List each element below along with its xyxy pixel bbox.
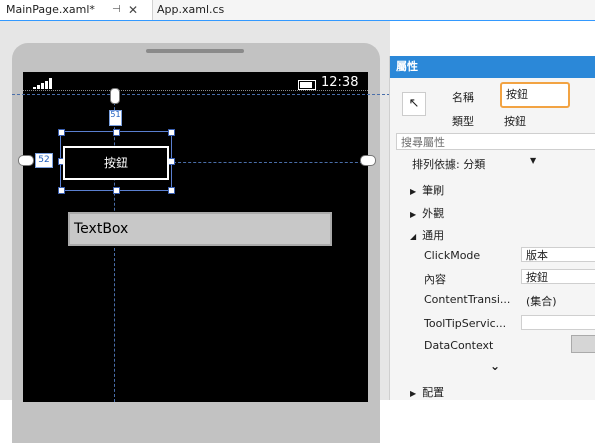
- category-layout[interactable]: ▶ 配置: [410, 384, 444, 400]
- expand-icon: ▶: [410, 210, 417, 219]
- link-right-icon[interactable]: [360, 155, 376, 166]
- resize-handle-r[interactable]: [168, 158, 175, 165]
- resize-handle-tl[interactable]: [58, 129, 65, 136]
- category-common[interactable]: ◢ 通用: [410, 227, 444, 243]
- prop-contenttransitions-value[interactable]: (集合): [526, 293, 557, 309]
- designer-button[interactable]: 按鈕: [63, 146, 169, 180]
- tab-mainpage-xaml[interactable]: MainPage.xaml* ⊣ ✕: [0, 0, 153, 20]
- pin-icon[interactable]: ⊣: [112, 0, 121, 20]
- resize-handle-tr[interactable]: [168, 129, 175, 136]
- link-top-icon[interactable]: [110, 88, 120, 104]
- category-label: 通用: [422, 229, 445, 242]
- prop-tooltip-input[interactable]: [521, 315, 595, 330]
- prop-datacontext-label: DataContext: [424, 339, 494, 352]
- type-value: 按鈕: [504, 115, 526, 128]
- status-bar-line: [23, 90, 368, 91]
- prop-tooltip-label: ToolTipServic...: [424, 317, 507, 330]
- tab-label: MainPage.xaml*: [6, 3, 95, 16]
- type-label: 類型: [452, 115, 474, 128]
- arrange-by-dropdown[interactable]: 排列依據: 分類: [412, 156, 485, 172]
- properties-panel: 屬性 ↖ 名稱 按鈕 類型 按鈕 搜尋屬性 排列依據: 分類 ▼ ▶ 筆刷 ▶ 外觀…: [389, 56, 595, 400]
- resize-handle-t[interactable]: [113, 129, 120, 136]
- battery-icon: [298, 80, 316, 90]
- expand-icon: ▶: [410, 187, 417, 196]
- horizontal-guide: [173, 162, 368, 163]
- margin-edge-line: [12, 94, 390, 95]
- designer-textbox[interactable]: TextBox: [68, 212, 332, 246]
- status-clock: 12:38: [321, 75, 359, 90]
- prop-clickmode-select[interactable]: 版本: [521, 247, 595, 262]
- collapse-icon: ◢: [410, 232, 417, 241]
- more-chevron-icon[interactable]: ⌄: [490, 359, 500, 373]
- document-tab-bar: MainPage.xaml* ⊣ ✕ App.xaml.cs: [0, 0, 595, 21]
- link-left-icon[interactable]: [18, 155, 34, 166]
- category-brush[interactable]: ▶ 筆刷: [410, 182, 444, 198]
- signal-icon: [33, 78, 52, 89]
- close-icon[interactable]: ✕: [128, 0, 138, 20]
- category-appearance[interactable]: ▶ 外觀: [410, 205, 444, 221]
- prop-contenttransitions-label: ContentTransi...: [424, 293, 511, 306]
- phone-speaker: [146, 49, 244, 53]
- prop-clickmode-label: ClickMode: [424, 249, 481, 262]
- prop-content-input[interactable]: 按鈕: [521, 269, 595, 284]
- category-label: 配置: [422, 386, 445, 399]
- name-label: 名稱: [452, 91, 474, 104]
- panel-title: 屬性: [390, 56, 595, 78]
- resize-handle-b[interactable]: [113, 187, 120, 194]
- name-input[interactable]: 按鈕: [500, 82, 570, 108]
- margin-left-value: 52: [35, 153, 53, 168]
- category-label: 筆刷: [422, 184, 445, 197]
- element-cursor-icon: ↖: [402, 92, 426, 116]
- search-properties-input[interactable]: 搜尋屬性: [396, 133, 595, 150]
- expand-icon: ▶: [410, 389, 417, 398]
- tab-label: App.xaml.cs: [157, 3, 225, 16]
- category-label: 外觀: [422, 207, 445, 220]
- phone-screen[interactable]: 12:38 按鈕 TextBox: [23, 72, 368, 402]
- prop-content-label: 內容: [424, 273, 446, 286]
- resize-handle-br[interactable]: [168, 187, 175, 194]
- resize-handle-bl[interactable]: [58, 187, 65, 194]
- margin-top-value: 51: [109, 110, 122, 126]
- tab-app-xaml-cs[interactable]: App.xaml.cs: [153, 0, 233, 20]
- prop-datacontext-button[interactable]: [571, 335, 595, 353]
- chevron-down-icon[interactable]: ▼: [530, 156, 536, 165]
